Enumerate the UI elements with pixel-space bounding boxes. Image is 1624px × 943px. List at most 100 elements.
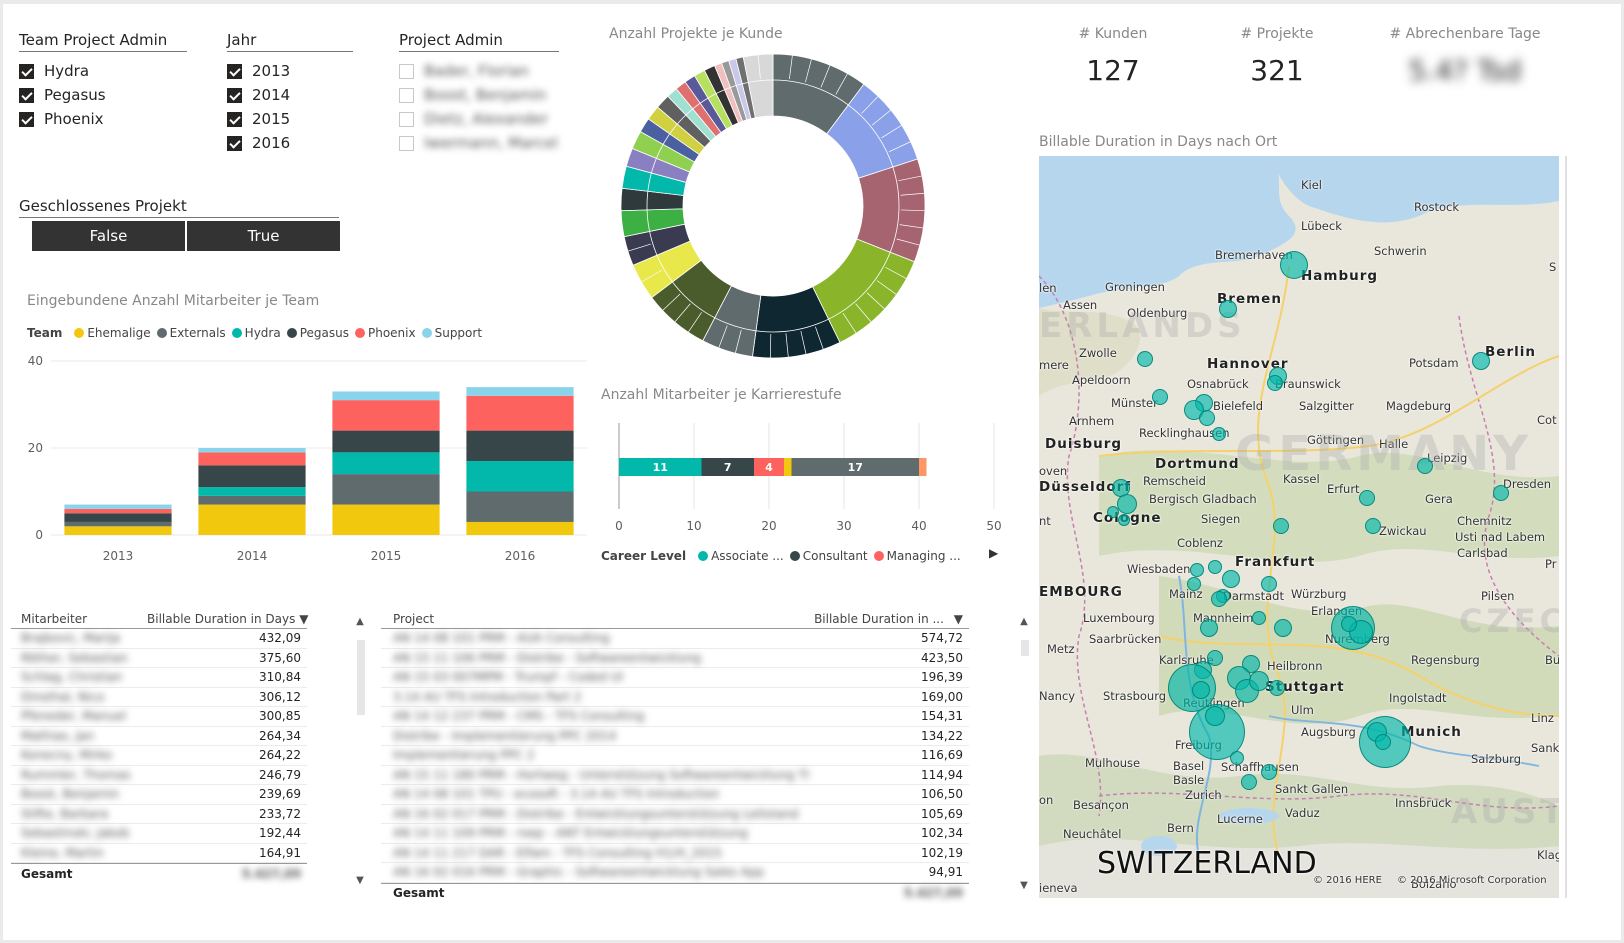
column-header-duration[interactable]: Billable Duration in Days ▼ [147, 612, 308, 626]
bar-segment[interactable] [466, 430, 574, 462]
checkbox-icon[interactable] [399, 87, 414, 103]
bar-segment[interactable] [64, 513, 172, 522]
legend-item[interactable]: Pegasus [300, 326, 349, 340]
checkbox-icon[interactable] [19, 63, 34, 79]
table-row[interactable]: AN 16 02 017 PRM - Distribe - Entwicklun… [381, 805, 969, 824]
slicer-item-admin[interactable]: Boost, Benjamin [399, 83, 559, 107]
table-row[interactable]: Schlag, Christian 310,84 [11, 668, 307, 688]
slicer-item-pegasus[interactable]: Pegasus [19, 83, 187, 107]
map-bubble[interactable] [1493, 485, 1509, 501]
toggle-false-button[interactable]: False [32, 221, 185, 251]
map-bubble[interactable] [1417, 458, 1433, 474]
slicer-item-2016[interactable]: 2016 [227, 131, 353, 155]
bar-segment[interactable] [332, 504, 440, 535]
table-row[interactable]: Röther, Sebastian 375,60 [11, 649, 307, 668]
legend-item[interactable]: Hydra [245, 326, 281, 340]
slicer-item-hydra[interactable]: Hydra [19, 59, 187, 83]
table-row[interactable]: Sebastinski, Jakob 192,44 [11, 824, 307, 844]
bar-segment[interactable] [64, 504, 172, 509]
table-row[interactable]: Boost, Benjamin 239,69 [11, 785, 307, 805]
scrollbar-thumb[interactable] [357, 640, 365, 715]
table-row[interactable]: AN 14 12 237 PRM - CMS - TFS Consulting 1… [381, 707, 969, 727]
column-header-project[interactable]: Project [381, 612, 809, 626]
checkbox-icon[interactable] [19, 87, 34, 103]
map-bubble[interactable] [1341, 616, 1357, 632]
bar-segment[interactable] [198, 504, 306, 535]
map-bubble[interactable] [1212, 427, 1226, 441]
employee-table-scrollbar[interactable]: ▲ ▼ [353, 616, 367, 886]
bar-segment[interactable] [198, 448, 306, 453]
checkbox-icon[interactable] [399, 63, 414, 79]
slicer-item-2015[interactable]: 2015 [227, 107, 353, 131]
map-bubble[interactable] [1117, 494, 1137, 514]
bar-segment[interactable] [332, 430, 440, 453]
bar-segment[interactable] [332, 391, 440, 401]
map-bubble[interactable] [1222, 570, 1240, 588]
sort-desc-icon[interactable]: ▼ [954, 612, 963, 626]
map-bubble[interactable] [1375, 734, 1391, 750]
checkbox-icon[interactable] [227, 87, 242, 103]
map-bubble[interactable] [1267, 375, 1283, 391]
slicer-item-admin[interactable]: Iwermann, Marcel [399, 131, 559, 155]
bar-segment[interactable] [466, 395, 574, 431]
table-row[interactable]: AN 16 02 016 PRM - Graphic - Softwareent… [381, 863, 969, 883]
table-row[interactable]: AN 15 11 106 PRM - Distribe - Softwareen… [381, 649, 969, 668]
map-bubble[interactable] [1118, 514, 1130, 526]
scroll-up-icon[interactable]: ▲ [1017, 616, 1031, 627]
sort-desc-icon[interactable]: ▼ [299, 612, 308, 626]
slicer-item-phoenix[interactable]: Phoenix [19, 107, 187, 131]
map-bubble[interactable] [1190, 563, 1204, 577]
bubble-map[interactable]: Kiel Rostock Lübeck Bremerhaven Hamburg Schwe… [1039, 156, 1559, 898]
toggle-true-button[interactable]: True [187, 221, 340, 251]
map-bubble[interactable] [1192, 681, 1210, 699]
legend-item[interactable]: Associate ... [711, 549, 784, 563]
map-bubble[interactable] [1200, 619, 1218, 637]
map-bubble[interactable] [1211, 591, 1227, 607]
table-row[interactable]: AN 14 08 101 PRM - AUA Consulting 574,72 [381, 629, 969, 649]
map-bubble[interactable] [1280, 251, 1308, 279]
legend-item[interactable]: Consultant [803, 549, 868, 563]
bar-segment[interactable] [64, 508, 172, 514]
bar-segment[interactable] [64, 521, 172, 527]
bar-segment[interactable] [332, 474, 440, 505]
checkbox-icon[interactable] [227, 135, 242, 151]
map-bubble[interactable] [1152, 389, 1168, 405]
bar-segment[interactable] [64, 526, 172, 535]
table-row[interactable]: Distribe - Implementierung PPC 2014 134,2… [381, 727, 969, 746]
map-bubble[interactable] [1252, 611, 1266, 625]
table-row[interactable]: Mathias, Jan 264,34 [11, 727, 307, 746]
column-header-duration[interactable]: Billable Duration in ... ▼ [809, 612, 969, 626]
table-row[interactable]: AN 14 08 101 TPU - ecosoft - 3.14 AU TFS… [381, 785, 969, 805]
bar-segment[interactable] [198, 452, 306, 466]
slicer-item-2014[interactable]: 2014 [227, 83, 353, 107]
career-segment[interactable] [919, 458, 927, 476]
table-row[interactable]: Implementierung PPC 2 116,69 [381, 746, 969, 766]
legend-item[interactable]: Phoenix [368, 326, 416, 340]
map-bubble[interactable] [1199, 410, 1215, 426]
career-segment[interactable] [784, 458, 792, 476]
checkbox-icon[interactable] [399, 135, 414, 151]
map-bubble[interactable] [1137, 351, 1153, 367]
table-row[interactable]: Rummler, Thomas 246,79 [11, 766, 307, 785]
map-bubble[interactable] [1261, 764, 1277, 780]
bar-segment[interactable] [198, 487, 306, 496]
table-row[interactable]: Brajkovic, Marija 432,09 [11, 629, 307, 649]
table-row[interactable]: Dinsthal, Nico 306,12 [11, 688, 307, 707]
map-bubble[interactable] [1472, 352, 1490, 370]
map-bubble[interactable] [1261, 576, 1277, 592]
legend-next-icon[interactable]: ▶ [989, 546, 998, 560]
map-bubble[interactable] [1269, 680, 1285, 696]
scroll-down-icon[interactable]: ▼ [1017, 880, 1031, 891]
project-table-scrollbar[interactable]: ▲ ▼ [1017, 616, 1031, 891]
checkbox-icon[interactable] [399, 111, 414, 127]
table-row[interactable]: 3.14 AU TFS Introduction Part 2 169,00 [381, 688, 969, 707]
bar-segment[interactable] [198, 465, 306, 488]
legend-item[interactable]: Managing ... [887, 549, 961, 563]
map-bubble[interactable] [1365, 518, 1381, 534]
map-bubble[interactable] [1219, 300, 1237, 318]
map-bubble[interactable] [1208, 560, 1222, 574]
scroll-down-icon[interactable]: ▼ [353, 875, 367, 886]
map-bubble[interactable] [1205, 706, 1225, 726]
table-row[interactable]: Konecny, Mirko 264,22 [11, 746, 307, 766]
bar-segment[interactable] [466, 521, 574, 535]
